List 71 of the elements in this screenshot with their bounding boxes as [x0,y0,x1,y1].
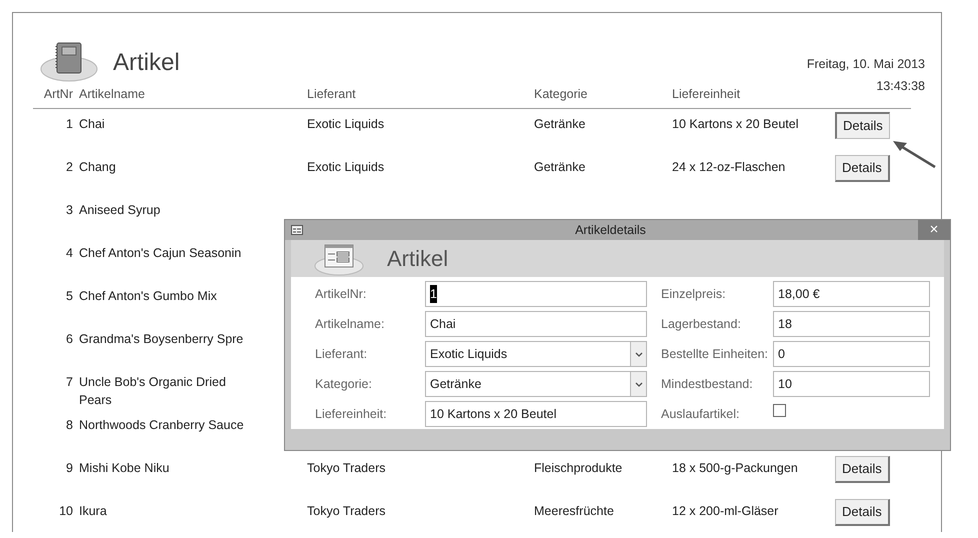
unit-cell: 24 x 12-oz-Flaschen [672,160,786,174]
caret-icon [634,382,642,386]
input-field[interactable]: 18,00 € [773,281,930,307]
article-number: 8 [66,418,73,432]
unit-cell: 12 x 200-ml-Gläser [672,504,778,518]
input-field[interactable]: 1 [425,281,647,307]
column-header: Liefereinheit [672,87,740,101]
article-number: 10 [59,504,73,518]
field-label: Lieferant: [315,346,368,363]
dialog-title: Artikeldetails [574,222,647,239]
form-icon [291,225,303,235]
article-name: Grandma's Boysenberry Spre [79,330,244,348]
field-label: Bestellte Einheiten: [661,346,770,363]
field-label: Auslaufartikel: [661,406,741,423]
pointer-arrow [891,139,937,169]
column-header: Artikelname [79,86,145,103]
supplier-cell: Tokyo Traders [307,504,386,518]
input-field[interactable]: Chai [425,311,647,337]
article-number: 6 [66,332,73,346]
article-name: Chang [79,158,116,176]
category-cell: Meeresfrüchte [534,504,614,518]
supplier-cell: Tokyo Traders [307,460,386,475]
category-cell: Fleischprodukte [534,460,622,475]
field-label: Mindestbestand: [661,376,754,393]
report-date: Freitag, 10. Mai 2013 [806,56,925,73]
input-field[interactable]: 10 Kartons x 20 Beutel [425,401,647,427]
field-label: Einzelpreis: [661,286,727,303]
article-number: 1 [66,116,73,131]
report-title: Artikel [113,48,180,78]
close-button[interactable]: × [918,220,950,240]
input-field[interactable]: 18 [773,311,930,337]
field-label: Artikelname: [315,316,386,333]
unit-cell: 10 Kartons x 20 Beutel [672,116,798,131]
input-field[interactable]: 0 [773,341,930,367]
article-number: 3 [66,202,73,217]
field-label: Lagerbestand: [661,316,742,333]
details-button[interactable]: Details [835,456,890,483]
article-name: Northwoods Cranberry Sauce [79,416,244,434]
article-name: Aniseed Syrup [79,202,160,219]
caret-icon [634,352,642,356]
details-button[interactable]: Details [835,498,890,526]
article-name: Uncle Bob's Organic Dried Pears [79,374,227,409]
unit-cell: 18 x 500-g-Packungen [672,460,798,475]
supplier-cell: Exotic Liquids [307,160,384,174]
field-label: ArtikelNr: [315,286,368,303]
article-name: Ikura [79,502,107,520]
category-cell: Getränke [534,116,586,131]
article-name: Chef Anton's Gumbo Mix [79,288,217,305]
column-header: Lieferant [307,87,356,101]
dropdown-field[interactable]: Getränke [425,371,647,397]
input-field[interactable]: 10 [773,371,930,397]
column-header: ArtNr [44,87,73,101]
article-name: Chai [79,116,105,133]
article-number: 5 [66,288,73,303]
supplier-cell: Exotic Liquids [307,116,384,131]
article-name: Mishi Kobe Niku [79,460,170,477]
field-label: Liefereinheit: [315,406,388,423]
article-number: 7 [66,374,73,389]
column-header: Kategorie [534,87,588,101]
field-label: Kategorie: [315,376,373,393]
article-number: 9 [66,460,73,475]
category-cell: Getränke [534,160,586,174]
article-number: 4 [66,246,73,260]
article-number: 2 [66,160,73,174]
details-button[interactable]: Details [835,154,890,182]
dropdown-field[interactable]: Exotic Liquids [425,341,647,367]
details-button[interactable]: Details [835,112,890,139]
checkbox[interactable] [773,404,786,416]
report-time: 13:43:38 [875,78,925,95]
article-name: Chef Anton's Cajun Seasonin [79,244,242,262]
form-heading: Artikel [387,245,448,273]
